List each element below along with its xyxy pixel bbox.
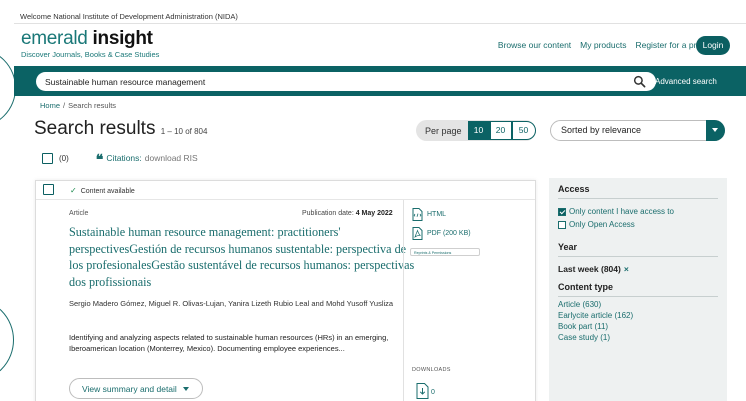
year-filter-value: Last week (804) xyxy=(558,264,621,274)
content-type-option[interactable]: Earlycite article (162) xyxy=(558,311,633,320)
remove-filter-icon[interactable]: × xyxy=(624,264,629,274)
decorative-arc xyxy=(0,298,14,382)
breadcrumb: Home / Search results xyxy=(40,101,116,110)
availability-label: Content available xyxy=(80,188,135,195)
top-nav: Browse our content My products Register … xyxy=(498,40,712,50)
citations-download-link[interactable]: ❝ Citations: download RIS xyxy=(95,152,198,168)
result-title-link[interactable]: Sustainable human resource management: p… xyxy=(69,224,419,290)
checkbox-unchecked[interactable] xyxy=(558,220,566,229)
card-divider xyxy=(403,200,404,401)
search-input[interactable] xyxy=(36,72,656,91)
result-authors: Sergio Madero Gómez, Miguel R. Olivas-Lu… xyxy=(69,299,394,308)
filter-divider xyxy=(558,198,718,199)
html-format-link[interactable]: HTML xyxy=(412,208,446,221)
breadcrumb-separator: / xyxy=(63,101,66,110)
sort-dropdown[interactable]: Sorted by relevance xyxy=(550,120,725,141)
checkbox-checked[interactable] xyxy=(558,207,566,216)
result-select-checkbox[interactable] xyxy=(43,184,54,195)
html-document-icon xyxy=(412,208,423,221)
html-format-label: HTML xyxy=(427,211,447,218)
access-filter-heading: Access xyxy=(558,184,590,194)
per-page-option-10[interactable]: 10 xyxy=(467,121,490,140)
citations-label: Citations: xyxy=(106,153,142,163)
downloads-label: DOWNLOADS xyxy=(412,367,451,373)
select-all-row: (0) ❝ Citations: download RIS xyxy=(42,152,198,168)
pdf-format-link[interactable]: PDF (200 KB) xyxy=(412,227,471,240)
publication-date: Publication date: 4 May 2022 xyxy=(302,210,393,217)
view-summary-label: View summary and detail xyxy=(82,383,177,394)
quote-icon: ❝ xyxy=(95,152,104,168)
view-summary-button[interactable]: View summary and detail xyxy=(69,378,203,399)
reprints-permissions-button[interactable]: Reprints & Permissions xyxy=(410,248,480,256)
publication-date-label: Publication date: xyxy=(302,210,354,217)
citations-action: download RIS xyxy=(144,153,198,163)
download-icon xyxy=(416,383,429,399)
per-page-selector: Per page 10 20 50 xyxy=(416,120,536,141)
search-result-card: ✓ Content available Article Publication d… xyxy=(35,180,536,401)
breadcrumb-current: Search results xyxy=(68,101,117,110)
filter-divider xyxy=(558,256,718,257)
publication-date-value: 4 May 2022 xyxy=(355,210,393,217)
logo-tagline: Discover Journals, Books & Case Studies xyxy=(21,50,160,59)
breadcrumb-home[interactable]: Home xyxy=(40,101,60,110)
per-page-label: Per page xyxy=(425,125,462,136)
results-heading: Search results xyxy=(34,118,156,139)
welcome-bar: Welcome National Institute of Developmen… xyxy=(14,8,746,24)
content-type-option[interactable]: Book part (11) xyxy=(558,322,608,331)
access-filter-option[interactable]: Only content I have access to xyxy=(558,207,674,216)
per-page-option-50[interactable]: 50 xyxy=(511,121,536,140)
logo-word-emerald: emerald xyxy=(21,28,88,49)
pdf-format-label: PDF (200 KB) xyxy=(427,230,471,237)
selected-count: (0) xyxy=(59,153,69,163)
access-option-label: Only Open Access xyxy=(569,220,635,229)
chevron-down-icon[interactable] xyxy=(706,120,725,141)
content-type-option[interactable]: Case study (1) xyxy=(558,333,610,342)
sort-value: Sorted by relevance xyxy=(561,125,642,135)
content-type-option[interactable]: Article (630) xyxy=(558,300,601,309)
chevron-down-icon xyxy=(183,387,189,391)
availability-status: ✓ Content available xyxy=(70,186,135,195)
result-abstract: Identifying and analyzing aspects relate… xyxy=(69,333,389,353)
page-title: Search results 1 – 10 of 804 xyxy=(34,118,207,140)
filter-divider xyxy=(558,296,718,297)
year-active-filter: Last week (804) × xyxy=(558,264,629,274)
search-icon[interactable] xyxy=(633,75,646,88)
content-type-filter-heading: Content type xyxy=(558,282,613,292)
site-header: emerald insight Discover Journals, Books… xyxy=(14,24,746,66)
nav-browse-link[interactable]: Browse our content xyxy=(498,40,571,50)
search-bar: Advanced search xyxy=(14,66,746,96)
select-all-checkbox[interactable] xyxy=(42,152,53,164)
access-filter-option[interactable]: Only Open Access xyxy=(558,220,635,229)
logo-word-insight: insight xyxy=(92,28,153,49)
page: Welcome National Institute of Developmen… xyxy=(0,0,746,401)
advanced-search-link[interactable]: Advanced search xyxy=(655,77,717,86)
nav-products-link[interactable]: My products xyxy=(580,40,626,50)
access-option-label: Only content I have access to xyxy=(569,207,674,216)
filter-sidebar: Access Only content I have access to Onl… xyxy=(549,178,727,401)
downloads-count: 0 xyxy=(431,389,435,396)
results-count: 1 – 10 of 804 xyxy=(160,127,208,136)
result-type: Article xyxy=(69,210,89,217)
per-page-option-20[interactable]: 20 xyxy=(489,121,512,140)
emerald-insight-logo[interactable]: emerald insight Discover Journals, Books… xyxy=(21,28,160,60)
pdf-document-icon xyxy=(412,227,423,240)
year-filter-heading: Year xyxy=(558,242,578,252)
checkmark-icon: ✓ xyxy=(70,186,77,195)
login-button[interactable]: Login xyxy=(696,36,730,55)
result-card-header: ✓ Content available xyxy=(36,181,535,200)
